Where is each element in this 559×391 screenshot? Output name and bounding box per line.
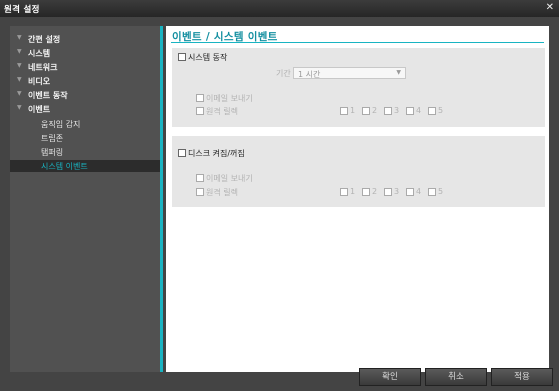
sidebar-subitem-tripzone[interactable]: 트립존 [10,132,160,144]
disk-remote-relay-label: 원격 릴렉 [206,188,238,197]
relay-5-label: 5 [438,106,444,115]
disk-relay-4-label: 4 [416,187,422,196]
system-action-panel: 시스템 동작 기간 1 시간 ▼ 이메일 보내기 원격 릴렉 1 2 3 4 5 [172,48,545,127]
relay-3-checkbox[interactable] [384,107,392,115]
relay-1-label: 1 [350,106,356,115]
expand-triangle-icon: ▼ [17,34,22,41]
email-checkbox[interactable] [196,94,204,102]
title-divider [171,42,544,43]
disk-panel: 디스크 켜짐/꺼짐 이메일 보내기 원격 릴렉 1 2 3 4 5 [172,136,545,207]
expand-triangle-icon: ▼ [17,62,22,69]
disk-relay-5-checkbox[interactable] [428,188,436,196]
sidebar-item-label: 간편 설정 [28,35,61,44]
sidebar-subitem-motion-detection[interactable]: 움직임 감지 [10,118,160,130]
sidebar-item-event-action[interactable]: ▼ 이벤트 동작 [10,90,163,102]
remote-relay-label: 원격 릴렉 [206,107,238,116]
disk-relay-1-label: 1 [350,187,356,196]
sidebar-subitem-tampering[interactable]: 탬퍼링 [10,146,160,158]
expand-triangle-icon: ▼ [17,76,22,83]
expand-triangle-icon: ▼ [17,90,22,97]
sidebar-item-label: 네트워크 [28,63,58,72]
disk-relay-2-checkbox[interactable] [362,188,370,196]
apply-button[interactable]: 적용 [491,368,553,386]
disk-label: 디스크 켜짐/꺼짐 [188,149,245,158]
sidebar-subitem-label: 탬퍼링 [41,148,64,157]
period-label: 기간 [276,69,291,78]
sidebar-item-network[interactable]: ▼ 네트워크 [10,62,163,74]
sidebar-item-event[interactable]: ▼ 이벤트 [10,104,163,116]
system-action-checkbox[interactable] [178,53,186,61]
relay-2-checkbox[interactable] [362,107,370,115]
relay-4-checkbox[interactable] [406,107,414,115]
sidebar-item-system[interactable]: ▼ 시스템 [10,48,163,60]
dialog-frame: ▼ 간편 설정 ▼ 시스템 ▼ 네트워크 ▼ 비디오 ▼ 이벤트 동작 ▼ 이벤… [0,17,559,391]
disk-relay-1-checkbox[interactable] [340,188,348,196]
relay-4-label: 4 [416,106,422,115]
window-title: 원격 설정 [4,5,40,15]
sidebar-item-label: 비디오 [28,77,51,86]
period-select-value: 1 시간 [298,70,321,79]
disk-checkbox[interactable] [178,149,186,157]
disk-remote-relay-checkbox[interactable] [196,188,204,196]
sidebar-item-quick-setup[interactable]: ▼ 간편 설정 [10,34,163,46]
relay-1-checkbox[interactable] [340,107,348,115]
expand-triangle-icon: ▼ [17,48,22,55]
sidebar-subitem-label: 트립존 [41,134,64,143]
cancel-button[interactable]: 취소 [425,368,487,386]
relay-5-checkbox[interactable] [428,107,436,115]
sidebar-item-label: 이벤트 동작 [28,91,68,100]
expand-triangle-icon: ▼ [17,104,22,111]
disk-relay-3-label: 3 [394,187,400,196]
sidebar-subitem-system-event[interactable]: 시스템 이벤트 [10,160,160,172]
disk-relay-2-label: 2 [372,187,378,196]
email-label: 이메일 보내기 [206,94,253,103]
sidebar-item-label: 이벤트 [28,105,51,114]
disk-relay-4-checkbox[interactable] [406,188,414,196]
disk-email-checkbox[interactable] [196,174,204,182]
sidebar-subitem-label: 움직임 감지 [41,120,81,129]
remote-relay-checkbox[interactable] [196,107,204,115]
sidebar-item-label: 시스템 [28,49,51,58]
relay-3-label: 3 [394,106,400,115]
relay-2-label: 2 [372,106,378,115]
ok-button[interactable]: 확인 [359,368,421,386]
close-icon[interactable]: ✕ [546,2,554,13]
chevron-down-icon: ▼ [396,69,401,76]
content-panel: 이벤트 / 시스템 이벤트 시스템 동작 기간 1 시간 ▼ 이메일 보내기 원… [166,26,549,372]
system-action-label: 시스템 동작 [188,53,228,62]
sidebar: ▼ 간편 설정 ▼ 시스템 ▼ 네트워크 ▼ 비디오 ▼ 이벤트 동작 ▼ 이벤… [10,26,163,372]
sidebar-item-video[interactable]: ▼ 비디오 [10,76,163,88]
sidebar-subitem-label: 시스템 이벤트 [41,162,88,171]
title-bar: 원격 설정 ✕ [0,0,559,17]
period-select[interactable]: 1 시간 ▼ [293,67,406,79]
disk-relay-5-label: 5 [438,187,444,196]
disk-relay-3-checkbox[interactable] [384,188,392,196]
disk-email-label: 이메일 보내기 [206,174,253,183]
